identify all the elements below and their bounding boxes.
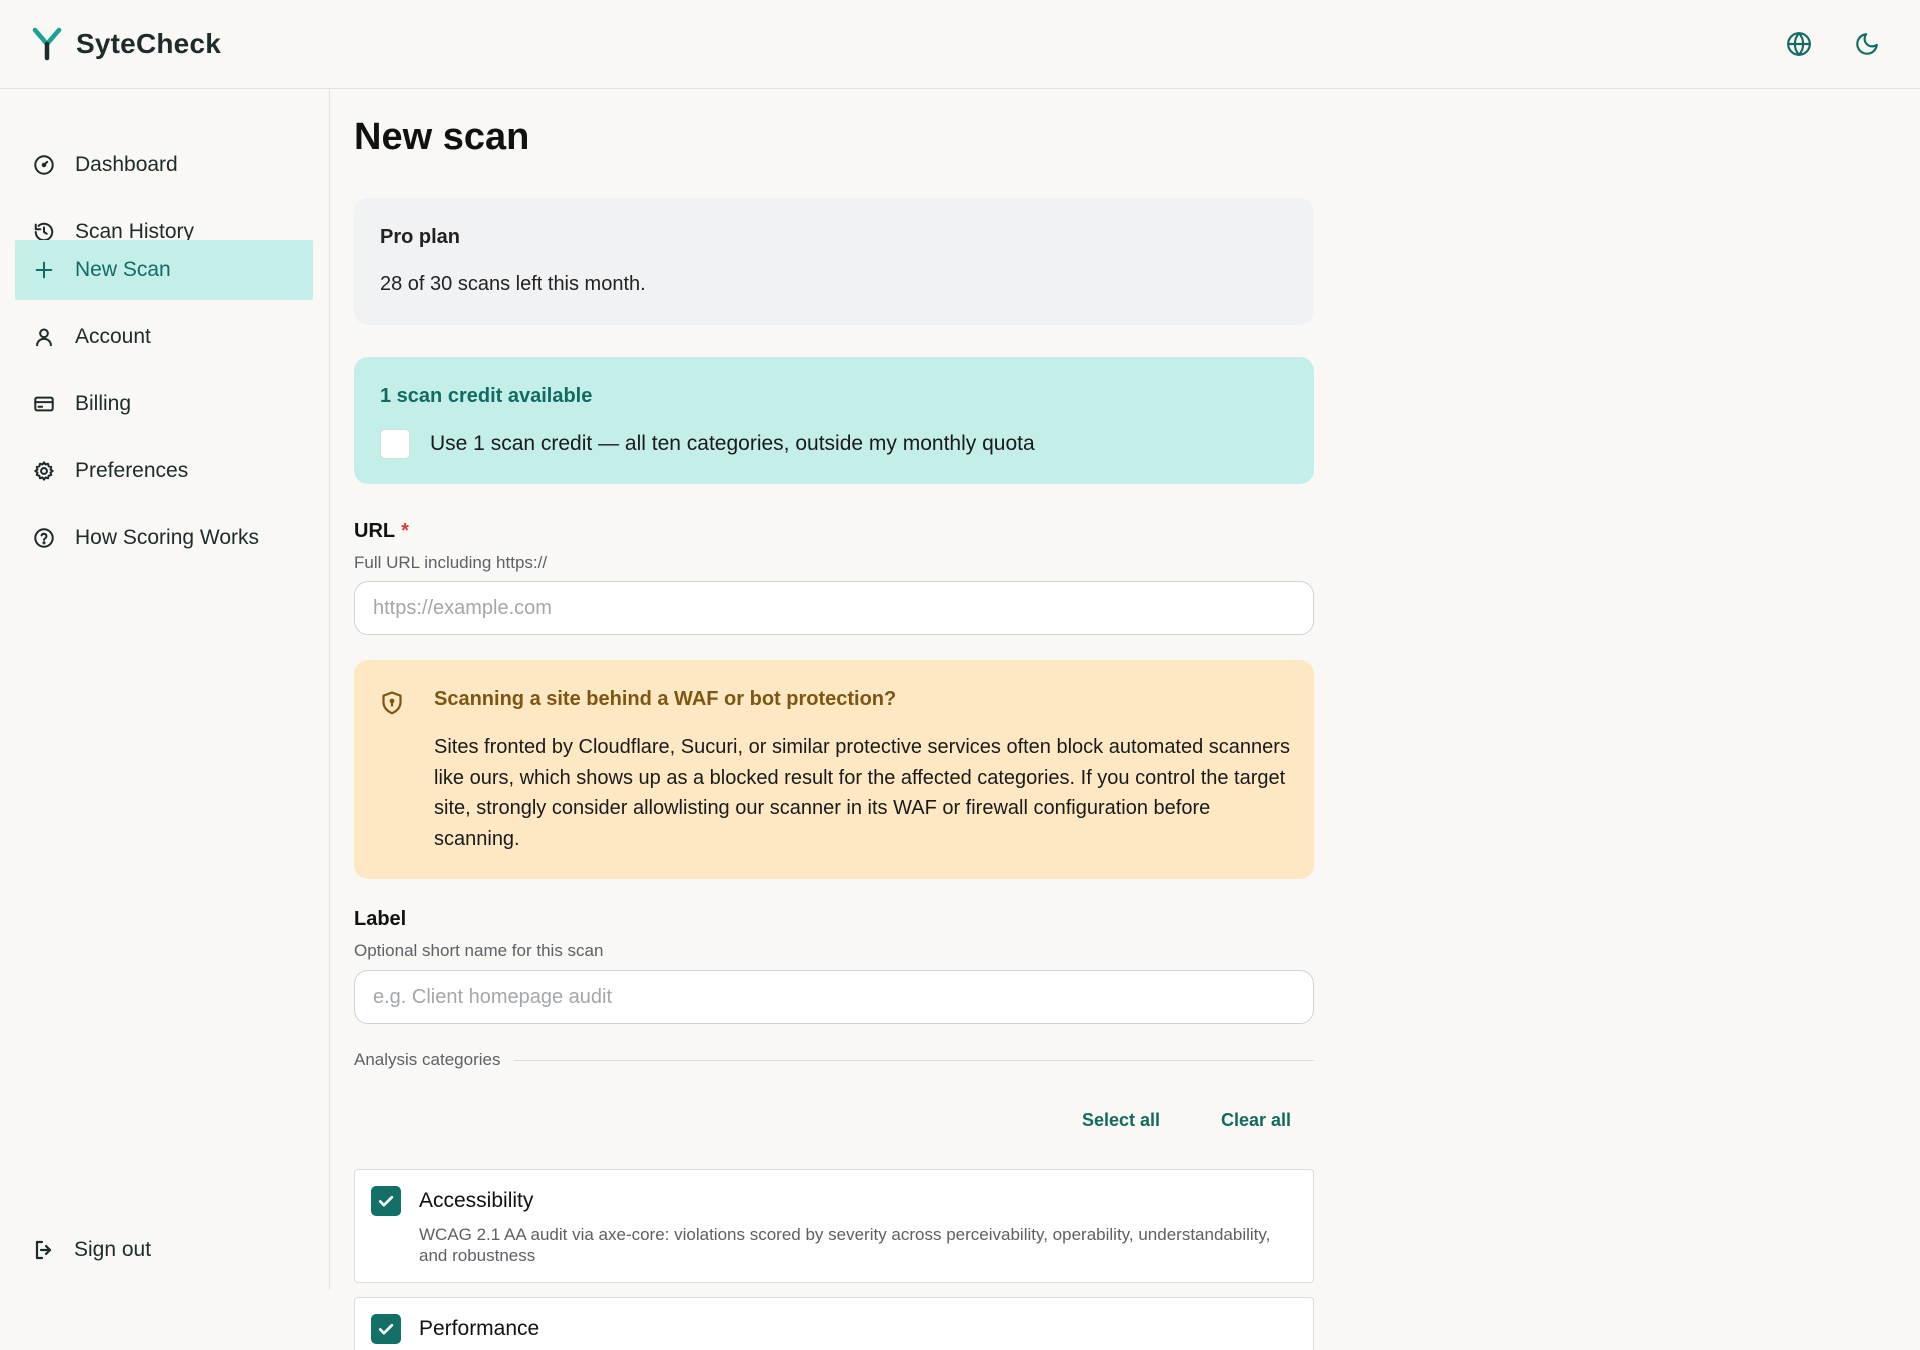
category-name: Accessibility (419, 1189, 534, 1212)
scan-credit-title: 1 scan credit available (380, 385, 593, 407)
use-credit-checkbox[interactable] (380, 429, 410, 459)
app-name: SyteCheck (76, 28, 221, 59)
globe-icon (1787, 32, 1811, 56)
plan-card: Pro plan 28 of 30 scans left this month. (354, 198, 1314, 325)
page-title: New scan (354, 116, 530, 158)
plan-usage: 28 of 30 scans left this month. (380, 273, 646, 295)
shield-icon (382, 691, 402, 715)
sidebar-item-preferences[interactable]: Preferences (15, 441, 313, 501)
clear-all-button[interactable]: Clear all (1221, 1110, 1291, 1131)
sidebar-item-label: Account (75, 325, 151, 348)
sidebar-item-how-scoring-works[interactable]: How Scoring Works (15, 508, 313, 568)
sign-out-label: Sign out (74, 1238, 152, 1261)
accessibility-checkbox[interactable] (371, 1186, 401, 1216)
sign-out-button[interactable]: Sign out (15, 1220, 313, 1280)
gear-icon (34, 461, 54, 481)
check-icon (378, 1195, 394, 1207)
sidebar-item-label: New Scan (75, 258, 171, 281)
sidebar-item-dashboard[interactable]: Dashboard (15, 135, 313, 195)
use-credit-label: Use 1 scan credit — all ten categories, … (430, 432, 1035, 455)
url-label-text: URL (354, 520, 396, 542)
language-button[interactable] (1784, 29, 1814, 59)
logo-icon (32, 27, 62, 61)
performance-checkbox[interactable] (371, 1314, 401, 1344)
help-circle-icon (34, 528, 54, 548)
theme-toggle-button[interactable] (1852, 29, 1882, 59)
top-bar: SyteCheck (0, 0, 1920, 89)
category-description: WCAG 2.1 AA audit via axe-core: violatio… (419, 1225, 1271, 1265)
scan-credit-card: 1 scan credit available Use 1 scan credi… (354, 357, 1314, 484)
logout-icon (35, 1240, 52, 1260)
sidebar-item-label: How Scoring Works (75, 526, 259, 549)
url-label: URL * (354, 520, 409, 543)
url-hint: Full URL including https:// (354, 553, 548, 572)
sidebar-item-label: Billing (75, 392, 132, 415)
use-credit-option[interactable]: Use 1 scan credit — all ten categories, … (380, 429, 1035, 459)
select-all-button[interactable]: Select all (1082, 1110, 1160, 1131)
sidebar-item-label: Preferences (75, 459, 189, 482)
sidebar-item-account[interactable]: Account (15, 307, 313, 367)
divider-line (514, 1059, 1314, 1061)
sidebar-item-new-scan[interactable]: New Scan (15, 240, 313, 300)
analysis-categories-title: Analysis categories (354, 1050, 501, 1069)
waf-notice-body: Sites fronted by Cloudflare, Sucuri, or … (434, 736, 1290, 850)
scan-label-hint: Optional short name for this scan (354, 941, 604, 960)
scan-label-input[interactable] (354, 970, 1314, 1024)
sidebar-item-billing[interactable]: Billing (15, 374, 313, 434)
sidebar-item-label: Dashboard (75, 153, 178, 176)
user-icon (36, 328, 52, 347)
scan-label-label: Label (354, 908, 407, 930)
category-card-performance[interactable]: Performance (354, 1297, 1314, 1350)
check-icon (378, 1323, 394, 1335)
brand[interactable]: SyteCheck (32, 27, 221, 61)
waf-notice-title: Scanning a site behind a WAF or bot prot… (434, 688, 897, 710)
gauge-icon (34, 155, 54, 175)
plus-icon (35, 261, 53, 279)
waf-notice: Scanning a site behind a WAF or bot prot… (354, 660, 1314, 879)
url-input[interactable] (354, 581, 1314, 635)
moon-icon (1856, 33, 1878, 55)
credit-card-icon (34, 396, 54, 412)
analysis-categories-divider: Analysis categories (354, 1050, 1314, 1070)
category-card-accessibility[interactable]: Accessibility WCAG 2.1 AA audit via axe-… (354, 1169, 1314, 1283)
sidebar: Dashboard Scan History New Scan Account … (0, 90, 330, 1290)
category-name: Performance (419, 1317, 540, 1340)
plan-name: Pro plan (380, 226, 461, 248)
required-mark: * (401, 520, 409, 542)
